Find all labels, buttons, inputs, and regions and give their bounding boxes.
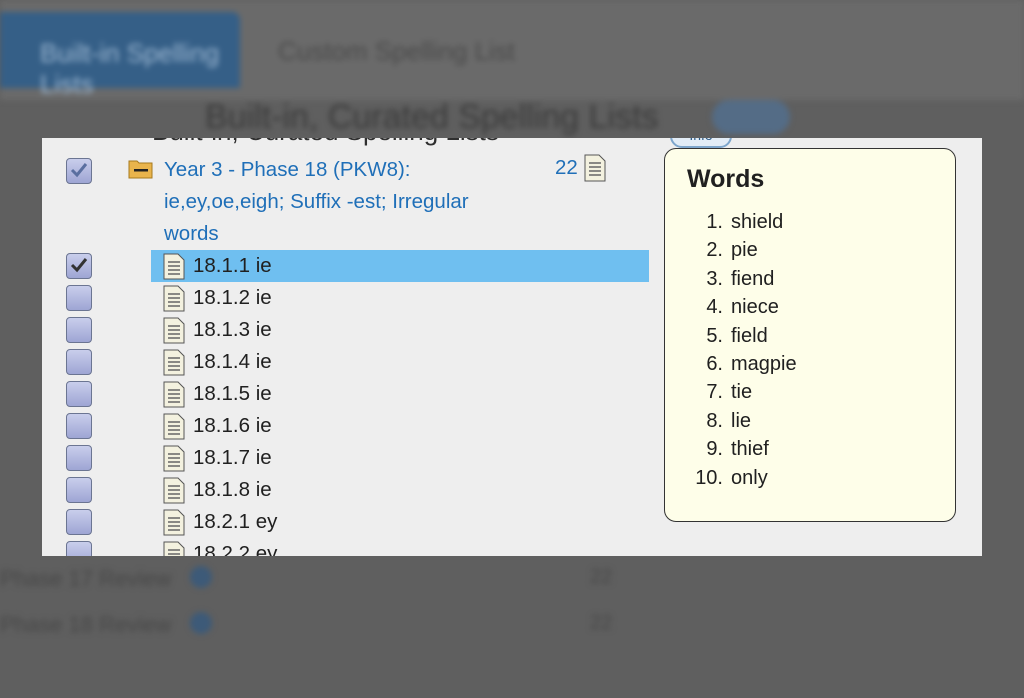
- list-checkbox[interactable]: [66, 413, 92, 439]
- word-text: magpie: [731, 352, 797, 375]
- document-icon[interactable]: [584, 154, 606, 182]
- list-item[interactable]: 18.1.8 ie: [151, 474, 649, 506]
- word-number: 9.: [706, 438, 723, 461]
- list-checkbox[interactable]: [66, 509, 92, 535]
- document-icon: [163, 413, 185, 440]
- background-row-count: 22: [590, 566, 613, 588]
- word-item: 1. shield: [665, 209, 955, 237]
- word-text: fiend: [731, 267, 775, 290]
- word-item: 6. magpie: [665, 351, 955, 379]
- word-number: 1.: [706, 211, 723, 233]
- word-text: shield: [731, 211, 784, 233]
- word-number: 8.: [706, 409, 723, 432]
- background-row: Phase 17 Review 22: [0, 558, 1024, 598]
- word-item: 4. niece: [665, 294, 955, 322]
- list-item[interactable]: 18.1.7 ie: [151, 442, 649, 474]
- document-icon: [163, 445, 185, 472]
- word-text: thief: [731, 438, 769, 461]
- list-item-label: 18.1.5 ie: [193, 382, 272, 405]
- folder-open-icon[interactable]: [128, 158, 154, 180]
- list-item[interactable]: 18.2.1 ey: [151, 506, 649, 538]
- group-checkbox[interactable]: [66, 158, 92, 184]
- list-checkbox[interactable]: [66, 285, 92, 311]
- word-text: niece: [731, 296, 779, 319]
- tab-built-in-lists-label: Built-in Spelling Lists: [40, 38, 220, 99]
- word-text: only: [731, 466, 768, 489]
- word-number: 2.: [706, 239, 723, 262]
- background-row-label: Phase 18 Review: [0, 612, 172, 637]
- list-item-label: 18.2.2 ey: [193, 542, 278, 556]
- list-item-label: 18.1.6 ie: [193, 414, 272, 437]
- checkmark-icon: [70, 163, 88, 178]
- word-number: 5.: [706, 324, 723, 347]
- spelling-list-panel: Built-in, Curated Spelling Lists Info Ye…: [42, 138, 982, 556]
- list-item[interactable]: 18.1.2 ie: [151, 282, 649, 314]
- word-item: 5. field: [665, 323, 955, 351]
- list-checkbox[interactable]: [66, 541, 92, 556]
- list-item-label: 18.2.1 ey: [193, 510, 278, 533]
- list-checkbox[interactable]: [66, 317, 92, 343]
- words-panel: Words 1. shield 2. pie 3. fiend 4. niece 5. field…: [664, 148, 956, 522]
- document-icon: [163, 541, 185, 556]
- list-item[interactable]: 18.1.6 ie: [151, 410, 649, 442]
- list-checkbox[interactable]: [66, 445, 92, 471]
- word-item: 9. thief: [665, 436, 955, 464]
- background-row-dot: [190, 566, 212, 588]
- tab-custom-list: Custom Spelling List: [278, 36, 515, 66]
- word-text: field: [731, 324, 768, 347]
- document-icon: [163, 317, 185, 344]
- word-number: 3.: [706, 267, 723, 290]
- background-row-label: Phase 17 Review: [0, 566, 172, 591]
- word-item: 3. fiend: [665, 266, 955, 294]
- background-info-pill: [712, 100, 790, 134]
- word-number: 7.: [706, 381, 723, 404]
- list-item[interactable]: 18.1.3 ie: [151, 314, 649, 346]
- word-item: 2. pie: [665, 237, 955, 265]
- words-list: 1. shield 2. pie 3. fiend 4. niece 5. field 6. magp…: [665, 209, 955, 493]
- document-icon: [163, 285, 185, 312]
- panel-title: Built-in, Curated Spelling Lists: [152, 138, 499, 147]
- list-item[interactable]: 18.1.5 ie: [151, 378, 649, 410]
- group-word-count: 22: [555, 156, 578, 179]
- list-checkbox[interactable]: [66, 349, 92, 375]
- checkmark-icon: [70, 258, 88, 273]
- list-item[interactable]: 18.1.1 ie: [151, 250, 649, 282]
- document-icon: [163, 509, 185, 536]
- word-number: 6.: [706, 352, 723, 375]
- background-title: Built-in, Curated Spelling Lists: [205, 98, 659, 136]
- list-item-label: 18.1.4 ie: [193, 350, 272, 373]
- info-button[interactable]: Info: [670, 138, 732, 148]
- words-title: Words: [687, 165, 765, 193]
- word-number: 10.: [695, 466, 723, 489]
- group-title-link[interactable]: Year 3 - Phase 18 (PKW8): ie,ey,oe,eigh;…: [164, 154, 524, 250]
- background-row-dot: [190, 612, 212, 634]
- word-item: 8. lie: [665, 408, 955, 436]
- list-item[interactable]: 18.2.2 ey: [151, 538, 649, 556]
- word-text: tie: [731, 381, 753, 404]
- document-icon: [163, 477, 185, 504]
- document-icon: [163, 381, 185, 408]
- document-icon: [163, 349, 185, 376]
- word-item: 10. only: [665, 465, 955, 493]
- list-item-label: 18.1.3 ie: [193, 318, 272, 341]
- word-item: 7. tie: [665, 379, 955, 407]
- list-checkbox[interactable]: [66, 381, 92, 407]
- list-item-label: 18.1.7 ie: [193, 446, 272, 469]
- list-checkbox[interactable]: [66, 253, 92, 279]
- word-text: lie: [731, 409, 752, 432]
- list-item-label: 18.1.8 ie: [193, 478, 272, 501]
- tab-built-in-lists: Built-in Spelling Lists: [0, 12, 240, 99]
- word-number: 4.: [706, 296, 723, 319]
- document-icon: [163, 253, 185, 280]
- list-item[interactable]: 18.1.4 ie: [151, 346, 649, 378]
- background-row-count: 22: [590, 612, 613, 634]
- word-text: pie: [731, 239, 758, 262]
- list-item-label: 18.1.2 ie: [193, 286, 272, 309]
- background-row: Phase 18 Review 22: [0, 604, 1024, 644]
- list-item-label: 18.1.1 ie: [193, 254, 272, 277]
- list-checkbox[interactable]: [66, 477, 92, 503]
